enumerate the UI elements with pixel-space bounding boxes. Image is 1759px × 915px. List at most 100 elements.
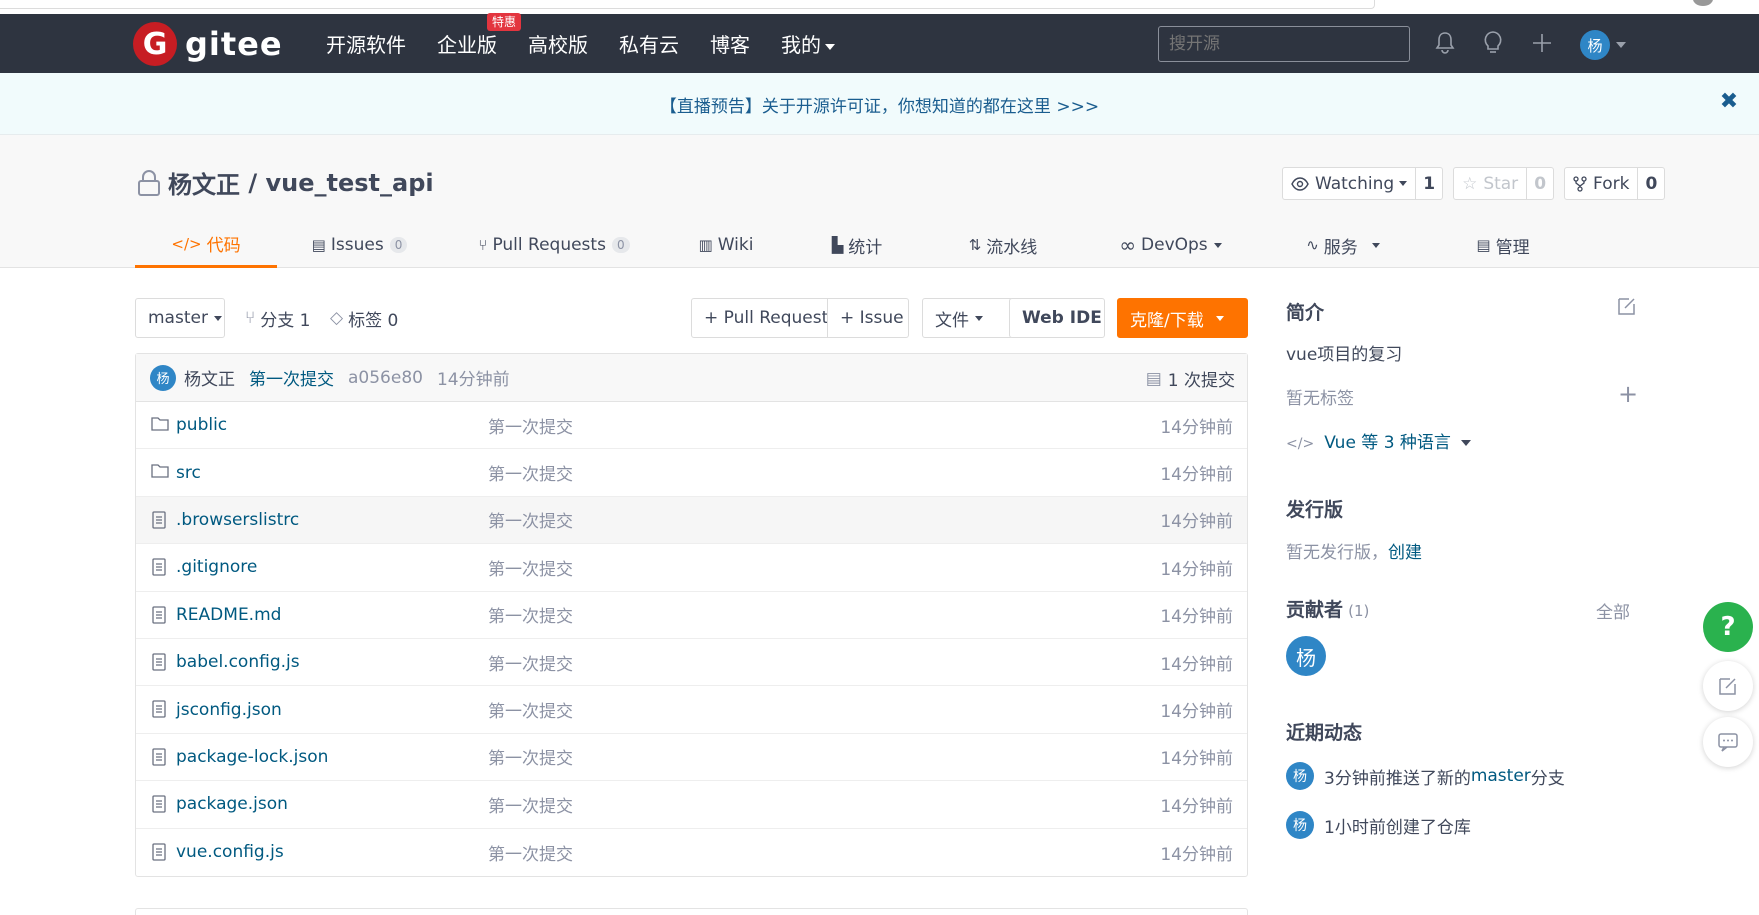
file-name-link[interactable]: vue.config.js — [176, 842, 284, 862]
banner-link[interactable]: 【直播预告】关于开源许可证，你想知道的都在这里 >>> — [0, 92, 1759, 117]
table-row[interactable]: .gitignore 第一次提交 14分钟前 — [136, 544, 1247, 592]
file-name-link[interactable]: public — [176, 415, 227, 435]
avatar[interactable]: 杨 — [1286, 762, 1314, 790]
file-commit-message[interactable]: 第一次提交 — [488, 744, 573, 769]
edit-icon — [1719, 678, 1736, 695]
nav-private-cloud[interactable]: 私有云 — [619, 29, 679, 58]
fork-count[interactable]: 0 — [1638, 168, 1664, 199]
nav-blog[interactable]: 博客 — [710, 29, 750, 58]
branches-link[interactable]: ⑂ 分支 1 — [245, 298, 310, 338]
table-row[interactable]: vue.config.js 第一次提交 14分钟前 — [136, 829, 1247, 876]
commit-author[interactable]: 杨文正 — [184, 365, 235, 390]
file-commit-message[interactable]: 第一次提交 — [488, 792, 573, 817]
clone-download-button[interactable]: 克隆/下载 — [1117, 298, 1248, 338]
create-release-link[interactable]: 创建 — [1388, 543, 1422, 563]
star-label: Star — [1483, 173, 1519, 194]
file-name-link[interactable]: .browserslistrc — [176, 510, 299, 530]
help-button[interactable]: ? — [1703, 602, 1753, 652]
file-commit-time: 14分钟前 — [1160, 749, 1233, 770]
tab-wiki[interactable]: ▥ Wiki — [666, 222, 786, 268]
code-icon: </> — [1286, 436, 1315, 452]
tab-services[interactable]: ∿ 服务 — [1263, 222, 1423, 268]
activity-text-suffix: 分支 — [1530, 768, 1565, 789]
star-count[interactable]: 0 — [1527, 168, 1553, 199]
chevron-down-icon[interactable] — [1616, 42, 1626, 48]
commit-count-link[interactable]: ▤ 1 次提交 — [1146, 366, 1235, 392]
table-row[interactable]: README.md 第一次提交 14分钟前 — [136, 592, 1247, 639]
chevron-down-icon — [1213, 242, 1222, 248]
branch-select[interactable]: master — [135, 298, 225, 338]
file-commit-message[interactable]: 第一次提交 — [488, 413, 573, 438]
tab-stats[interactable]: ▙ 统计 — [786, 222, 928, 268]
file-name-link[interactable]: src — [176, 463, 201, 483]
watch-button[interactable]: Watching 1 — [1282, 167, 1444, 200]
pull-request-icon: ⑂ — [478, 236, 488, 254]
avatar[interactable]: 杨 — [150, 364, 176, 391]
tab-label: Issues — [330, 235, 384, 255]
file-name-link[interactable]: .gitignore — [176, 557, 257, 577]
new-pull-request-button[interactable]: + Pull Request — [691, 298, 828, 338]
file-commit-message[interactable]: 第一次提交 — [488, 555, 573, 580]
tab-issues[interactable]: ▤ Issues 0 — [277, 222, 442, 268]
file-commit-message[interactable]: 第一次提交 — [488, 460, 573, 485]
contributors-all-link[interactable]: 全部 — [1596, 598, 1630, 623]
plus-icon[interactable] — [1528, 29, 1556, 57]
star-button[interactable]: ☆ Star 0 — [1453, 167, 1555, 200]
watch-count[interactable]: 1 — [1416, 168, 1442, 199]
nav-mine-dropdown[interactable]: 我的 — [781, 29, 835, 58]
table-row[interactable]: .browserslistrc 第一次提交 14分钟前 — [136, 496, 1247, 545]
file-commit-time: 14分钟前 — [1160, 417, 1233, 438]
tab-manage[interactable]: ▤ 管理 — [1423, 222, 1583, 268]
table-row[interactable]: babel.config.js 第一次提交 14分钟前 — [136, 639, 1247, 687]
web-ide-button[interactable]: Web IDE — [1009, 298, 1105, 338]
bell-icon[interactable] — [1431, 29, 1459, 57]
commit-message[interactable]: 第一次提交 — [249, 365, 334, 390]
repo-owner-link[interactable]: 杨文正 — [168, 165, 240, 200]
activity-branch-link[interactable]: master — [1471, 766, 1531, 786]
activity-item: 杨 1小时前创建了仓库 — [1286, 811, 1471, 839]
user-avatar[interactable]: 杨 — [1580, 30, 1610, 60]
file-commit-message[interactable]: 第一次提交 — [488, 650, 573, 675]
tab-pull-requests[interactable]: ⑂ Pull Requests 0 — [442, 222, 666, 268]
feedback-edit-button[interactable] — [1703, 661, 1753, 711]
lightbulb-icon[interactable] — [1479, 29, 1507, 57]
file-name-link[interactable]: babel.config.js — [176, 652, 300, 672]
file-commit-message[interactable]: 第一次提交 — [488, 840, 573, 865]
tab-devops[interactable]: ∞ DevOps — [1078, 222, 1263, 268]
file-name-link[interactable]: package.json — [176, 794, 288, 814]
new-issue-button[interactable]: + Issue — [827, 298, 909, 338]
add-tag-icon[interactable]: + — [1618, 380, 1638, 408]
file-name-link[interactable]: jsconfig.json — [176, 700, 282, 720]
gitee-logo[interactable]: G gitee — [133, 22, 283, 66]
nav-open-source[interactable]: 开源软件 — [326, 29, 406, 58]
repo-name-link[interactable]: vue_test_api — [265, 169, 433, 197]
commit-hash[interactable]: a056e80 — [348, 368, 423, 388]
file-name-link[interactable]: package-lock.json — [176, 747, 328, 767]
table-row[interactable]: jsconfig.json 第一次提交 14分钟前 — [136, 686, 1247, 734]
table-row[interactable]: src 第一次提交 14分钟前 — [136, 449, 1247, 497]
fork-button[interactable]: Fork 0 — [1564, 167, 1666, 200]
search-input[interactable] — [1158, 26, 1410, 62]
file-commit-message[interactable]: 第一次提交 — [488, 507, 573, 532]
tags-link[interactable]: ◇ 标签 0 — [330, 298, 398, 338]
tab-code[interactable]: </> 代码 — [135, 222, 277, 268]
table-row[interactable]: public 第一次提交 14分钟前 — [136, 402, 1247, 450]
table-row[interactable]: package.json 第一次提交 14分钟前 — [136, 781, 1247, 829]
file-commit-message[interactable]: 第一次提交 — [488, 602, 573, 627]
contributor-avatar[interactable]: 杨 — [1286, 636, 1326, 676]
edit-icon[interactable] — [1616, 295, 1638, 321]
file-name-link[interactable]: README.md — [176, 605, 281, 625]
nav-enterprise[interactable]: 企业版 特惠 — [437, 13, 522, 58]
file-commit-message[interactable]: 第一次提交 — [488, 697, 573, 722]
nav-education[interactable]: 高校版 — [528, 29, 588, 58]
table-row[interactable]: package-lock.json 第一次提交 14分钟前 — [136, 734, 1247, 782]
file-commit-time: 14分钟前 — [1160, 465, 1233, 486]
tab-pipeline[interactable]: ⇅ 流水线 — [928, 222, 1078, 268]
close-icon[interactable]: ✖ — [1717, 89, 1741, 117]
file-dropdown[interactable]: 文件 — [922, 298, 1013, 338]
languages-dropdown[interactable]: </> Vue 等 3 种语言 — [1286, 428, 1471, 453]
book-icon: ▥ — [698, 236, 713, 254]
avatar[interactable]: 杨 — [1286, 811, 1314, 839]
gitee-logo-icon: G — [133, 22, 177, 66]
chat-button[interactable] — [1703, 717, 1753, 767]
